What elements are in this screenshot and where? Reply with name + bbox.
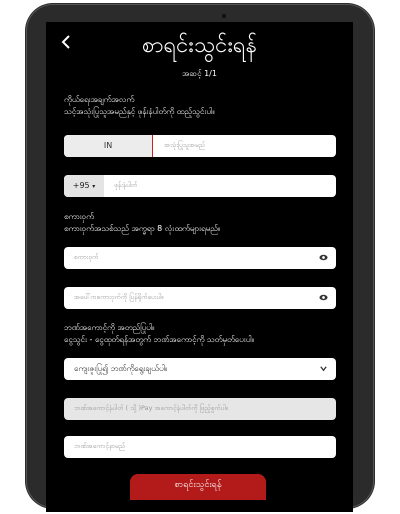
password-heading-title: စကားဝှက် [64,212,94,221]
account-number-input[interactable]: ဘဏ်အကောင့်နံပါတ် ( သို့ )Pay အကောင့်နံပါ… [74,404,228,414]
registration-screen: စာရင်းသွင်းရန် အဆင့် 1/1 ကိုယ်ရေးအချက်အလ… [46,22,353,512]
password-field[interactable]: စကားဝှက် [64,247,336,269]
account-number-field[interactable]: ဘဏ်အကောင့်နံပါတ် ( သို့ )Pay အကောင့်နံပါ… [64,398,336,420]
eye-icon[interactable] [319,293,328,302]
bank-heading-hint: ငွေသွင်း - ငွေထုတ်ရန်အတွက် ဘဏ်အကောင့်ကို… [64,335,255,344]
phone-code-selector[interactable]: +95 ▾ [64,175,104,197]
caret-down-icon: ▾ [92,183,96,190]
identity-heading-hint: သင့်အသုံးပြုသူအမည်နှင့် ဖုန်းနံပါတ်ကို ထ… [64,107,215,116]
confirm-password-field[interactable]: အပေါ်ကစကားဝှက်ကို ပြန်ရိုက်ပေးပါ။ [64,287,336,309]
username-input[interactable]: အသုံးပြုသူအမည် [164,141,205,151]
chevron-down-icon [320,366,327,372]
bank-select-value: ကျေးဇူးပြု၍ ဘဏ်ကိုရွေးချယ်ပါ။ [74,364,168,373]
eye-icon[interactable] [319,253,328,262]
confirm-password-input[interactable]: အပေါ်ကစကားဝှက်ကို ပြန်ရိုက်ပေးပါ။ [74,293,163,303]
bank-select[interactable]: ကျေးဇူးပြု၍ ဘဏ်ကိုရွေးချယ်ပါ။ [64,358,336,380]
identity-heading: ကိုယ်ရေးအချက်အလက် သင့်အသုံးပြုသူအမည်နှင့… [64,94,215,118]
password-input[interactable]: စကားဝှက် [74,253,98,263]
phone-input[interactable]: ဖုန်းနံပါတ် [114,181,137,191]
register-button[interactable]: စာရင်းသွင်းရန် [130,474,266,500]
password-heading-hint: စကားဝှက်အသစ်သည် အက္ခရာ 8 လုံးထက်များရမည်… [64,224,221,233]
username-row: IN အသုံးပြုသူအမည် [64,135,336,157]
camera-dot [222,14,226,18]
password-heading: စကားဝှက် စကားဝှက်အသစ်သည် အက္ခရာ 8 လုံးထက… [64,211,220,235]
phone-code-value: +95 [72,181,90,190]
bank-heading-title: ဘဏ်အကောင့်ကို အတည်ပြုပါ။ [64,323,155,332]
step-indicator: အဆင့် 1/1 [182,69,217,78]
bank-heading: ဘဏ်အကောင့်ကို အတည်ပြုပါ။ ငွေသွင်း - ငွေထ… [64,322,254,346]
country-selector[interactable]: IN [64,135,153,157]
account-name-input[interactable]: ဘဏ်အကောင့်နာမည် [74,442,125,452]
page-title: စာရင်းသွင်းရန် [142,33,257,58]
account-name-field[interactable]: ဘဏ်အကောင့်နာမည် [64,436,336,458]
identity-heading-title: ကိုယ်ရေးအချက်အလက် [64,95,135,104]
phone-row: +95 ▾ ဖုန်းနံပါတ် [64,175,336,197]
